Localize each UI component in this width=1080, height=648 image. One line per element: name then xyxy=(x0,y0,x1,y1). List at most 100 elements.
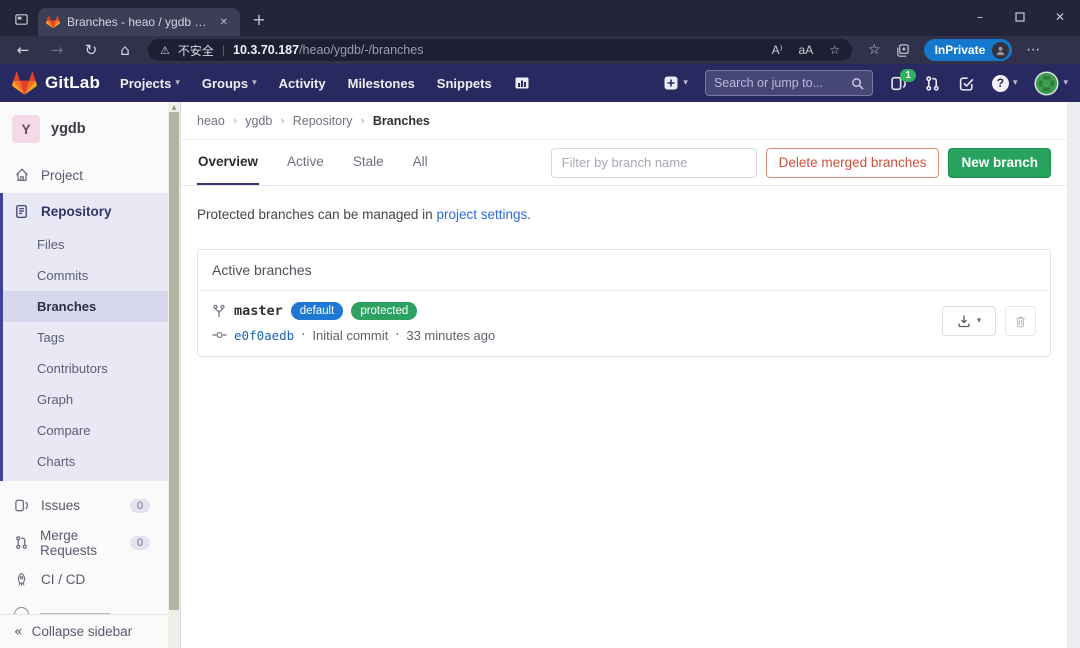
translate-icon[interactable]: aA xyxy=(799,43,814,57)
issues-count-badge: 0 xyxy=(130,499,150,513)
global-search[interactable] xyxy=(705,70,873,96)
breadcrumb-branches: Branches xyxy=(373,114,430,128)
sidebar-item-repository[interactable]: Repository xyxy=(0,193,168,229)
issues-nav-button[interactable]: 1 xyxy=(890,75,907,92)
issues-count-badge: 1 xyxy=(900,69,916,82)
project-settings-link[interactable]: project settings xyxy=(436,207,527,222)
sidebar-item-compare[interactable]: Compare xyxy=(0,415,168,446)
sidebar-item-merge-requests[interactable]: Merge Requests 0 xyxy=(0,524,168,561)
url-text[interactable]: 10.3.70.187/heao/ygdb/-/branches xyxy=(233,43,423,57)
todo-check-icon xyxy=(958,75,975,92)
dot-separator: · xyxy=(395,328,399,343)
sidebar-item-charts[interactable]: Charts xyxy=(0,446,168,477)
browser-tab[interactable]: Branches - heao / ygdb · GitLab ✕ xyxy=(38,8,240,36)
issues-icon xyxy=(14,498,30,513)
download-branch-dropdown[interactable]: ▾ xyxy=(942,306,996,336)
help-menu-button[interactable]: ? ▾ xyxy=(992,75,1018,92)
scrollbar-thumb[interactable] xyxy=(169,112,179,610)
branch-row: master default protected e0f0aedb · Init… xyxy=(198,291,1050,356)
sidebar-item-project[interactable]: Project xyxy=(0,157,168,193)
sidebar-item-graph[interactable]: Graph xyxy=(0,384,168,415)
branches-toolbar: Overview Active Stale All Delete merged … xyxy=(181,140,1067,186)
search-input[interactable] xyxy=(714,76,851,90)
tab-actions-icon[interactable] xyxy=(8,6,34,32)
breadcrumb: heao › ygdb › Repository › Branches xyxy=(181,102,1067,140)
new-tab-button[interactable]: + xyxy=(246,6,272,32)
project-avatar: Y xyxy=(12,115,40,143)
commit-sha-link[interactable]: e0f0aedb xyxy=(234,328,294,343)
nav-activity[interactable]: Activity xyxy=(279,76,326,91)
project-header[interactable]: Y ygdb xyxy=(0,102,168,157)
project-name: ygdb xyxy=(51,121,86,137)
not-secure-warning-icon: ⚠ xyxy=(160,44,170,57)
nav-groups[interactable]: Groups▾ xyxy=(202,76,257,91)
sidebar-item-branches[interactable]: Branches xyxy=(0,291,168,322)
refresh-icon[interactable]: ↻ xyxy=(76,38,106,62)
sidebar-item-tags[interactable]: Tags xyxy=(0,322,168,353)
sidebar-scrollbar[interactable]: ▲ xyxy=(168,102,180,648)
browser-menu-icon[interactable]: ⋯ xyxy=(1026,42,1040,58)
sidebar-item-cicd[interactable]: CI / CD xyxy=(0,561,168,598)
collapse-sidebar-button[interactable]: « Collapse sidebar xyxy=(0,614,168,648)
download-icon xyxy=(957,314,971,328)
trash-icon xyxy=(1014,315,1027,328)
address-bar[interactable]: ⚠ 不安全 | 10.3.70.187/heao/ygdb/-/branches… xyxy=(148,39,852,61)
inprivate-badge[interactable]: InPrivate xyxy=(924,39,1013,61)
todos-nav-button[interactable] xyxy=(958,75,975,92)
breadcrumb-ygdb[interactable]: ygdb xyxy=(245,114,272,128)
maximize-button[interactable] xyxy=(1000,0,1040,34)
close-window-button[interactable]: ✕ xyxy=(1040,0,1080,34)
favorites-icon[interactable]: ☆ xyxy=(868,42,881,58)
home-icon[interactable]: ⌂ xyxy=(110,38,140,62)
sidebar-item-label: Repository xyxy=(41,204,112,219)
plus-square-icon xyxy=(663,75,679,91)
security-label[interactable]: 不安全 xyxy=(178,42,214,59)
inprivate-label: InPrivate xyxy=(935,43,986,57)
commit-icon xyxy=(212,330,227,340)
tab-stale[interactable]: Stale xyxy=(352,140,385,185)
breadcrumb-separator: › xyxy=(280,114,284,127)
read-aloud-icon[interactable]: A⁾ xyxy=(772,43,783,57)
sidebar-item-files[interactable]: Files xyxy=(0,229,168,260)
new-branch-button[interactable]: New branch xyxy=(948,148,1051,178)
page-scrollbar-track[interactable] xyxy=(1067,102,1080,648)
tab-overview[interactable]: Overview xyxy=(197,140,259,185)
chevron-down-icon: ▾ xyxy=(977,316,982,326)
add-favorites-star-icon[interactable]: ☆ xyxy=(829,43,840,57)
breadcrumb-separator: › xyxy=(233,114,237,127)
nav-projects[interactable]: Projects▾ xyxy=(120,76,180,91)
tab-title: Branches - heao / ygdb · GitLab xyxy=(67,15,209,29)
nav-milestones[interactable]: Milestones xyxy=(348,76,415,91)
project-sidebar: Y ygdb Project Repository Files Commits xyxy=(0,102,181,648)
delete-merged-branches-button[interactable]: Delete merged branches xyxy=(766,148,940,178)
tab-all[interactable]: All xyxy=(412,140,429,185)
breadcrumb-heao[interactable]: heao xyxy=(197,114,225,128)
home-icon xyxy=(14,167,30,183)
branch-name[interactable]: master xyxy=(234,303,283,319)
tab-active[interactable]: Active xyxy=(286,140,325,185)
sidebar-item-contributors[interactable]: Contributors xyxy=(0,353,168,384)
gitlab-logo[interactable]: GitLab xyxy=(12,71,100,96)
sidebar-item-label: Merge Requests xyxy=(40,528,119,558)
user-menu-button[interactable]: ▾ xyxy=(1034,71,1068,96)
url-domain: 10.3.70.187 xyxy=(233,43,299,57)
dot-separator: · xyxy=(301,328,305,343)
breadcrumb-repository[interactable]: Repository xyxy=(293,114,353,128)
tab-close-icon[interactable]: ✕ xyxy=(216,15,232,30)
analytics-chart-icon[interactable] xyxy=(514,75,530,91)
merge-requests-nav-button[interactable] xyxy=(924,75,941,92)
scroll-up-arrow-icon[interactable]: ▲ xyxy=(168,102,180,112)
sidebar-item-commits[interactable]: Commits xyxy=(0,260,168,291)
help-icon: ? xyxy=(992,75,1009,92)
back-icon[interactable]: ← xyxy=(8,38,38,62)
merge-request-icon xyxy=(924,75,941,92)
commit-time: 33 minutes ago xyxy=(406,328,495,343)
forward-icon: → xyxy=(42,38,72,62)
browser-titlebar: Branches - heao / ygdb · GitLab ✕ + – ✕ xyxy=(0,0,1080,36)
new-menu-button[interactable]: ▾ xyxy=(663,75,688,91)
nav-snippets[interactable]: Snippets xyxy=(437,76,492,91)
sidebar-item-issues[interactable]: Issues 0 xyxy=(0,487,168,524)
collections-icon[interactable] xyxy=(895,43,910,58)
minimize-button[interactable]: – xyxy=(960,0,1000,34)
filter-branch-input[interactable] xyxy=(551,148,757,178)
